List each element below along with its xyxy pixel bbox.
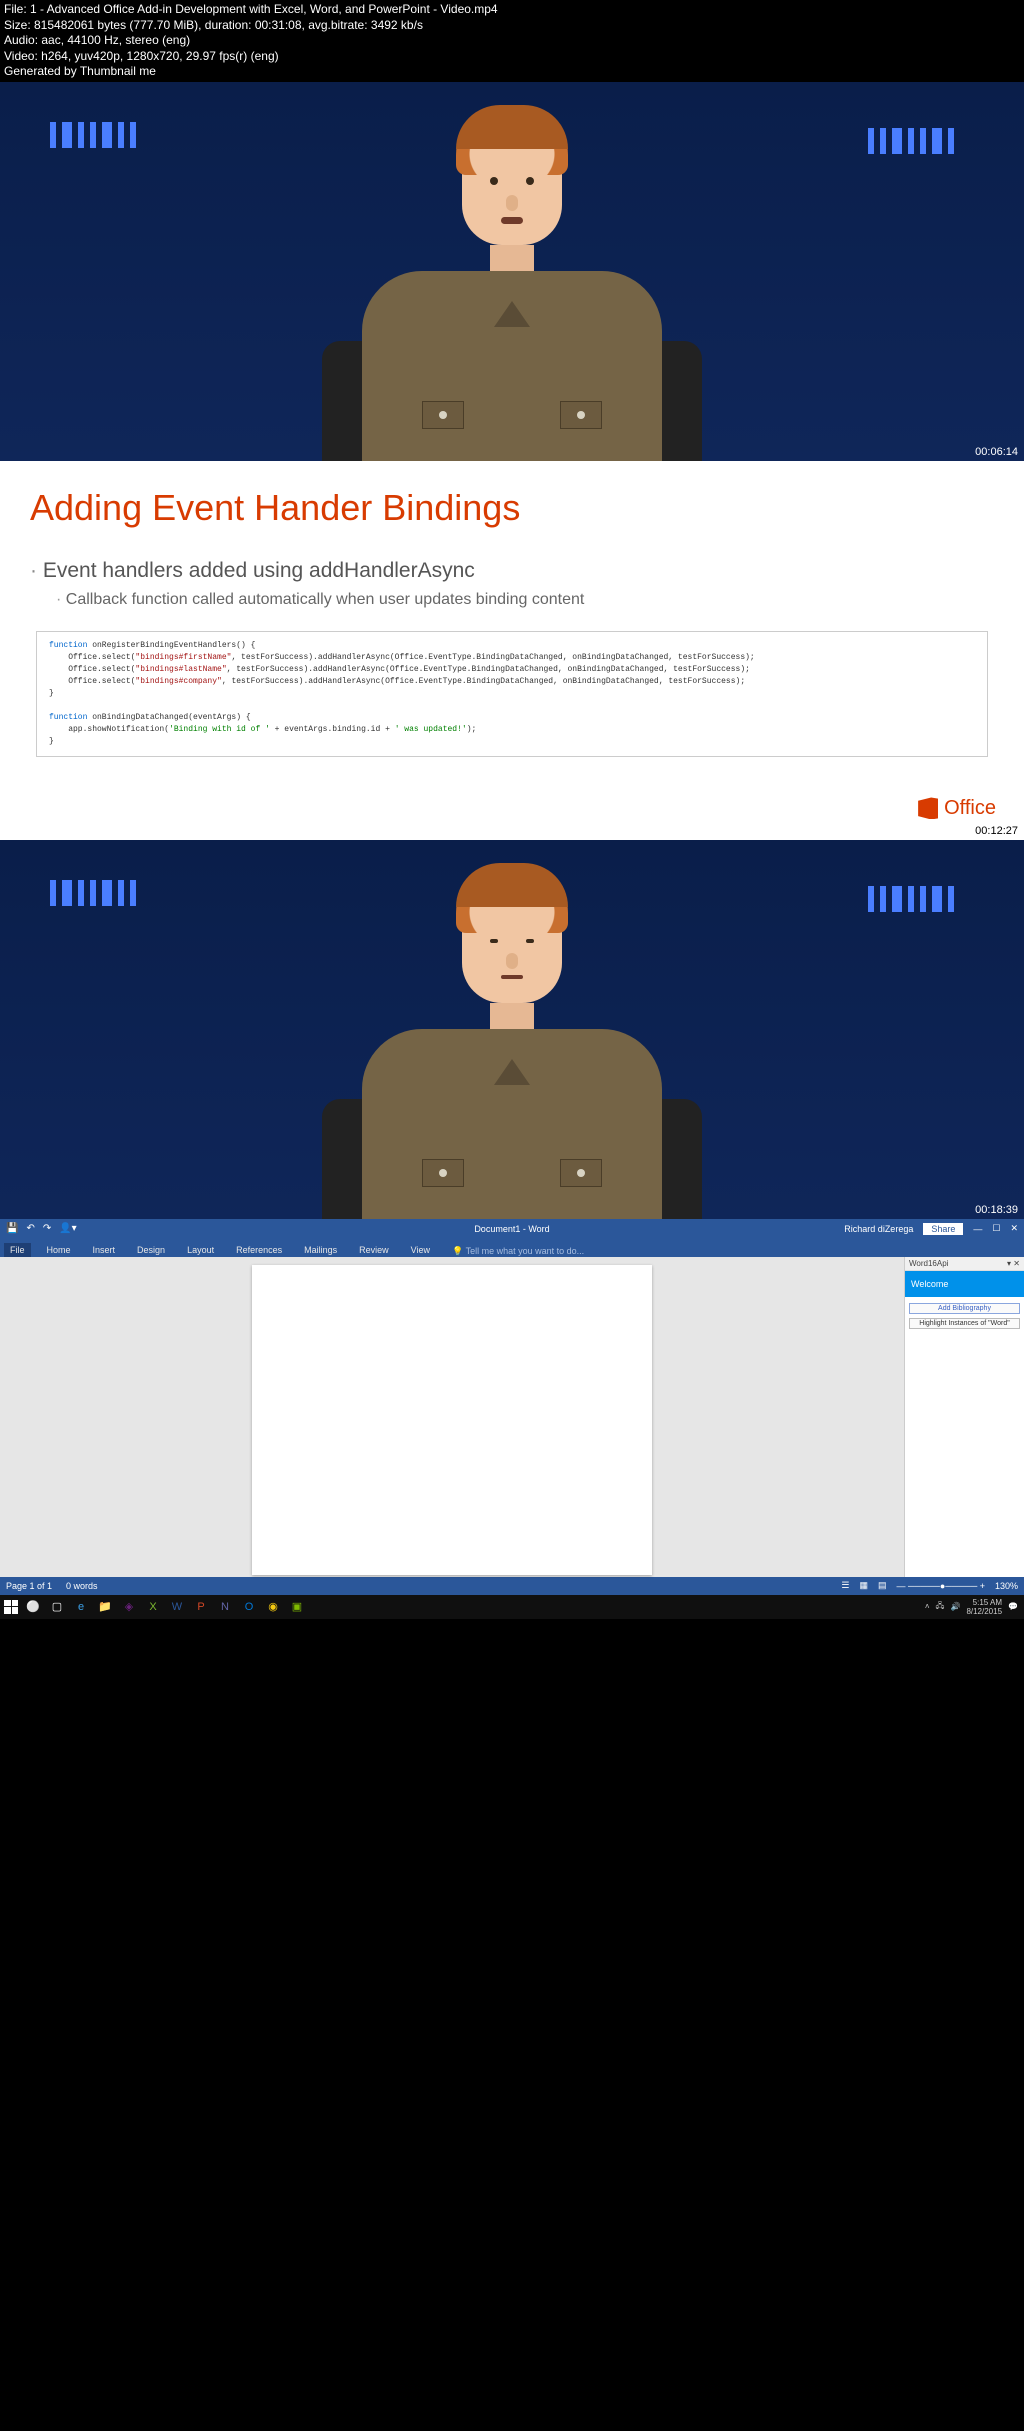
highlight-word-button[interactable]: Highlight Instances of "Word" xyxy=(909,1318,1020,1329)
search-icon[interactable]: ⚪ xyxy=(24,1598,42,1616)
view-web-icon[interactable]: ▤ xyxy=(878,1580,887,1591)
view-read-icon[interactable]: ☰ xyxy=(841,1580,849,1591)
visualstudio-icon[interactable]: ◈ xyxy=(120,1598,138,1616)
view-print-icon[interactable]: ▦ xyxy=(859,1580,868,1591)
tab-file[interactable]: File xyxy=(4,1243,31,1257)
clock-time[interactable]: 5:15 AM xyxy=(966,1598,1002,1607)
taskview-icon[interactable]: ▢ xyxy=(48,1598,66,1616)
thumbnail-2-slide: Adding Event Hander Bindings Event handl… xyxy=(0,461,1024,840)
clock-date[interactable]: 8/12/2015 xyxy=(966,1607,1002,1616)
document-page[interactable] xyxy=(252,1265,652,1575)
tell-me-search[interactable]: 💡 Tell me what you want to do... xyxy=(452,1246,584,1257)
taskpane: Word16Api ▾ ✕ Welcome Add Bibliography H… xyxy=(904,1257,1024,1577)
minimize-icon[interactable]: — xyxy=(973,1224,982,1234)
share-button[interactable]: Share xyxy=(923,1223,963,1235)
timestamp-1: 00:06:14 xyxy=(975,446,1018,458)
meta-file: File: 1 - Advanced Office Add-in Develop… xyxy=(4,2,1020,18)
word-count[interactable]: 0 words xyxy=(66,1581,98,1591)
maximize-icon[interactable]: ☐ xyxy=(992,1223,1000,1234)
quick-access-toolbar[interactable]: 💾 ↶ ↷ 👤▾ xyxy=(6,1223,77,1234)
office-logo-icon xyxy=(918,797,938,819)
slide-title: Adding Event Hander Bindings xyxy=(30,487,994,529)
tab-insert[interactable]: Insert xyxy=(87,1243,122,1257)
black-filler xyxy=(0,1598,1024,2431)
excel-icon[interactable]: X xyxy=(144,1598,162,1616)
slide-bullet: Event handlers added using addHandlerAsy… xyxy=(30,559,994,583)
slide-subbullet: Callback function called automatically w… xyxy=(56,591,994,609)
close-icon[interactable]: ✕ xyxy=(1010,1223,1018,1234)
meta-audio: Audio: aac, 44100 Hz, stereo (eng) xyxy=(4,33,1020,49)
taskpane-title: Word16Api ▾ ✕ xyxy=(905,1257,1024,1271)
powerpoint-icon[interactable]: P xyxy=(192,1598,210,1616)
tab-view[interactable]: View xyxy=(405,1243,436,1257)
word-icon[interactable]: W xyxy=(168,1598,186,1616)
document-area[interactable] xyxy=(0,1257,904,1577)
zoom-level[interactable]: 130% xyxy=(995,1581,1018,1591)
edge-icon[interactable]: e xyxy=(72,1598,90,1616)
tab-home[interactable]: Home xyxy=(41,1243,77,1257)
word-statusbar: Page 1 of 1 0 words ☰ ▦ ▤ — ─────●───── … xyxy=(0,1577,1024,1595)
start-button[interactable] xyxy=(4,1600,18,1614)
timestamp-4: 00:24:54 xyxy=(975,1560,1018,1572)
user-icon[interactable]: 👤▾ xyxy=(59,1223,76,1234)
user-name[interactable]: Richard diZerega xyxy=(844,1224,913,1234)
timestamp-3: 00:18:39 xyxy=(975,1204,1018,1216)
onenote-icon[interactable]: N xyxy=(216,1598,234,1616)
page-count[interactable]: Page 1 of 1 xyxy=(6,1581,52,1591)
tray-up-icon[interactable]: ˄ xyxy=(925,1602,930,1611)
tab-layout[interactable]: Layout xyxy=(181,1243,220,1257)
thumbnail-1: 00:06:14 xyxy=(0,82,1024,461)
tab-review[interactable]: Review xyxy=(353,1243,395,1257)
word-workspace: Word16Api ▾ ✕ Welcome Add Bibliography H… xyxy=(0,1257,1024,1577)
office-logo: Office xyxy=(918,797,996,820)
chrome-icon[interactable]: ◉ xyxy=(264,1598,282,1616)
undo-icon[interactable]: ↶ xyxy=(26,1223,34,1234)
thumbnail-3: 00:18:39 xyxy=(0,840,1024,1219)
meta-size: Size: 815482061 bytes (777.70 MiB), dura… xyxy=(4,18,1020,34)
windows-taskbar: ⚪ ▢ e 📁 ◈ X W P N O ◉ ▣ ˄ 🖧 🔊 5:15 AM 8/… xyxy=(0,1595,1024,1619)
video-metadata-block: File: 1 - Advanced Office Add-in Develop… xyxy=(0,0,1024,82)
ribbon-tabs: File Home Insert Design Layout Reference… xyxy=(0,1239,1024,1257)
save-icon[interactable]: 💾 xyxy=(6,1223,18,1234)
tab-design[interactable]: Design xyxy=(131,1243,171,1257)
word-titlebar: 💾 ↶ ↷ 👤▾ Document1 - Word Richard diZere… xyxy=(0,1219,1024,1239)
thumbnail-4-word: 💾 ↶ ↷ 👤▾ Document1 - Word Richard diZere… xyxy=(0,1219,1024,1598)
meta-generated: Generated by Thumbnail me xyxy=(4,64,1020,80)
taskpane-close-icon[interactable]: ▾ ✕ xyxy=(1007,1259,1020,1268)
taskpane-hero: Welcome xyxy=(905,1271,1024,1297)
code-block: function onRegisterBindingEventHandlers(… xyxy=(36,631,988,757)
tab-mailings[interactable]: Mailings xyxy=(298,1243,343,1257)
explorer-icon[interactable]: 📁 xyxy=(96,1598,114,1616)
volume-icon[interactable]: 🔊 xyxy=(950,1602,960,1611)
outlook-icon[interactable]: O xyxy=(240,1598,258,1616)
app-icon[interactable]: ▣ xyxy=(288,1598,306,1616)
timestamp-2: 00:12:27 xyxy=(975,825,1018,837)
notification-icon[interactable]: 💬 xyxy=(1008,1602,1018,1611)
tab-references[interactable]: References xyxy=(230,1243,288,1257)
redo-icon[interactable]: ↷ xyxy=(43,1223,51,1234)
document-title: Document1 - Word xyxy=(474,1224,549,1234)
network-icon[interactable]: 🖧 xyxy=(936,1600,945,1614)
system-tray[interactable]: ˄ 🖧 🔊 5:15 AM 8/12/2015 💬 xyxy=(925,1598,1018,1616)
meta-video: Video: h264, yuv420p, 1280x720, 29.97 fp… xyxy=(4,49,1020,65)
add-bibliography-button[interactable]: Add Bibliography xyxy=(909,1303,1020,1314)
